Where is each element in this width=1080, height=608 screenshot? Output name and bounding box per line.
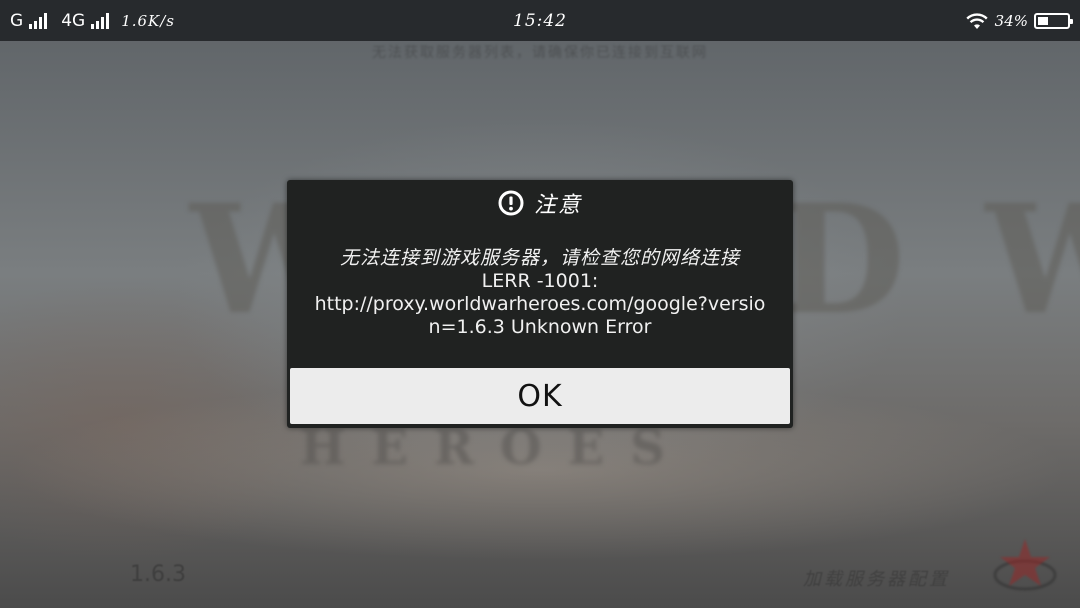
dialog-title-row: 注意 [0,183,1080,223]
battery-percent: 34% [994,11,1028,30]
message-chinese: 无法连接到游戏服务器，请检查您的网络连接 [339,247,740,269]
version-label: 1.6.3 [130,562,186,587]
wifi-icon [966,12,988,29]
status-bar-right: 34% [965,0,1073,41]
battery-icon [1034,12,1073,29]
message-url-line-2: n=1.6.3 Unknown Error [428,316,652,338]
dialog-message: 无法连接到游戏服务器，请检查您的网络连接 LERR -1001: http://… [300,247,780,339]
star-emblem-icon [993,539,1057,591]
status-bar: G 4G 1.6K/s 15:42 34% [0,0,1080,41]
message-error-code: LERR -1001: [481,270,599,292]
ok-button[interactable]: OK [290,368,790,424]
game-screen: 无法获取服务器列表，请确保你已连接到互联网 WORLD WAR HEROES 1… [0,0,1080,608]
message-url-line-1: http://proxy.worldwarheroes.com/google?v… [314,293,766,315]
background-notice: 无法获取服务器列表，请确保你已连接到互联网 [372,45,708,61]
clock: 15:42 [513,10,567,31]
background-logo-subtitle: HEROES [300,420,691,476]
loading-status: 加载服务器配置 [803,569,950,590]
dialog-title: 注意 [533,193,582,218]
alert-circle-icon [498,190,524,216]
